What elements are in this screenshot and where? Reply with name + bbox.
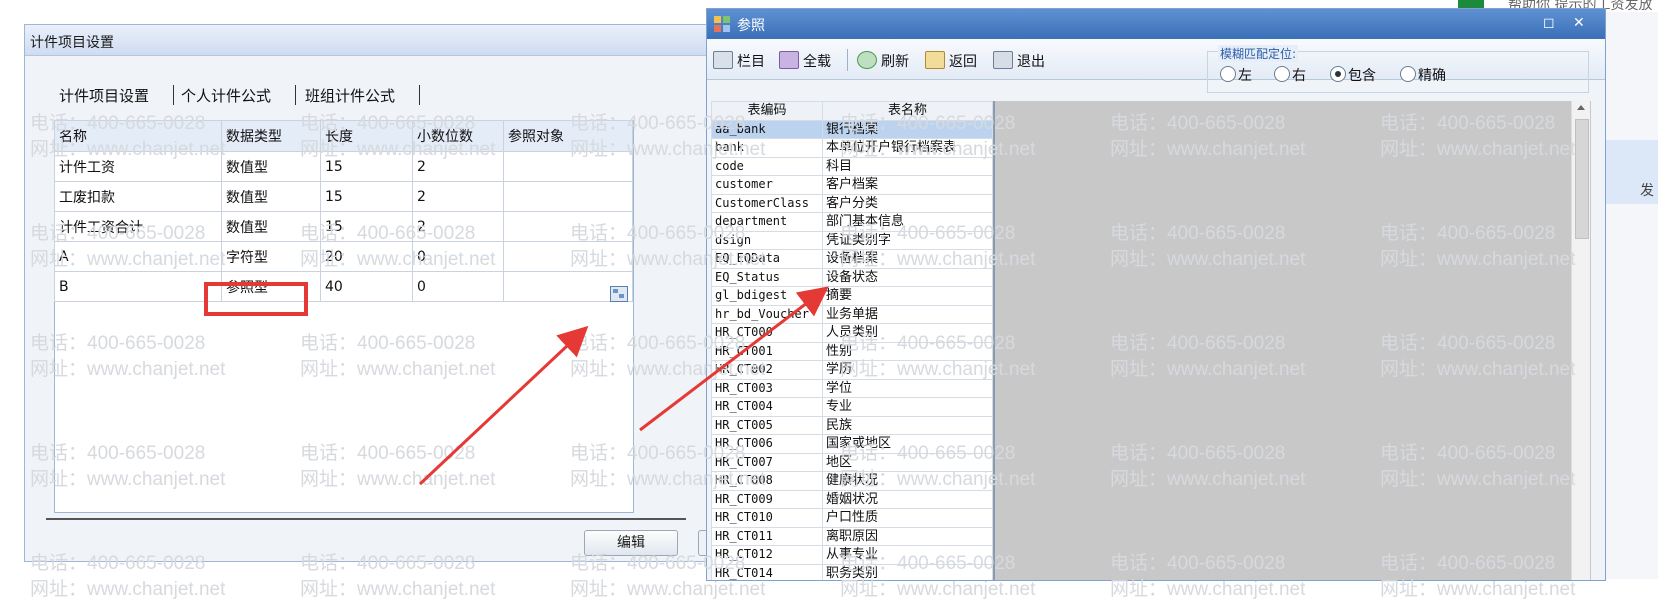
arrow-line	[639, 286, 829, 432]
annotation-arrows	[418, 286, 829, 486]
arrow-line	[418, 325, 589, 486]
